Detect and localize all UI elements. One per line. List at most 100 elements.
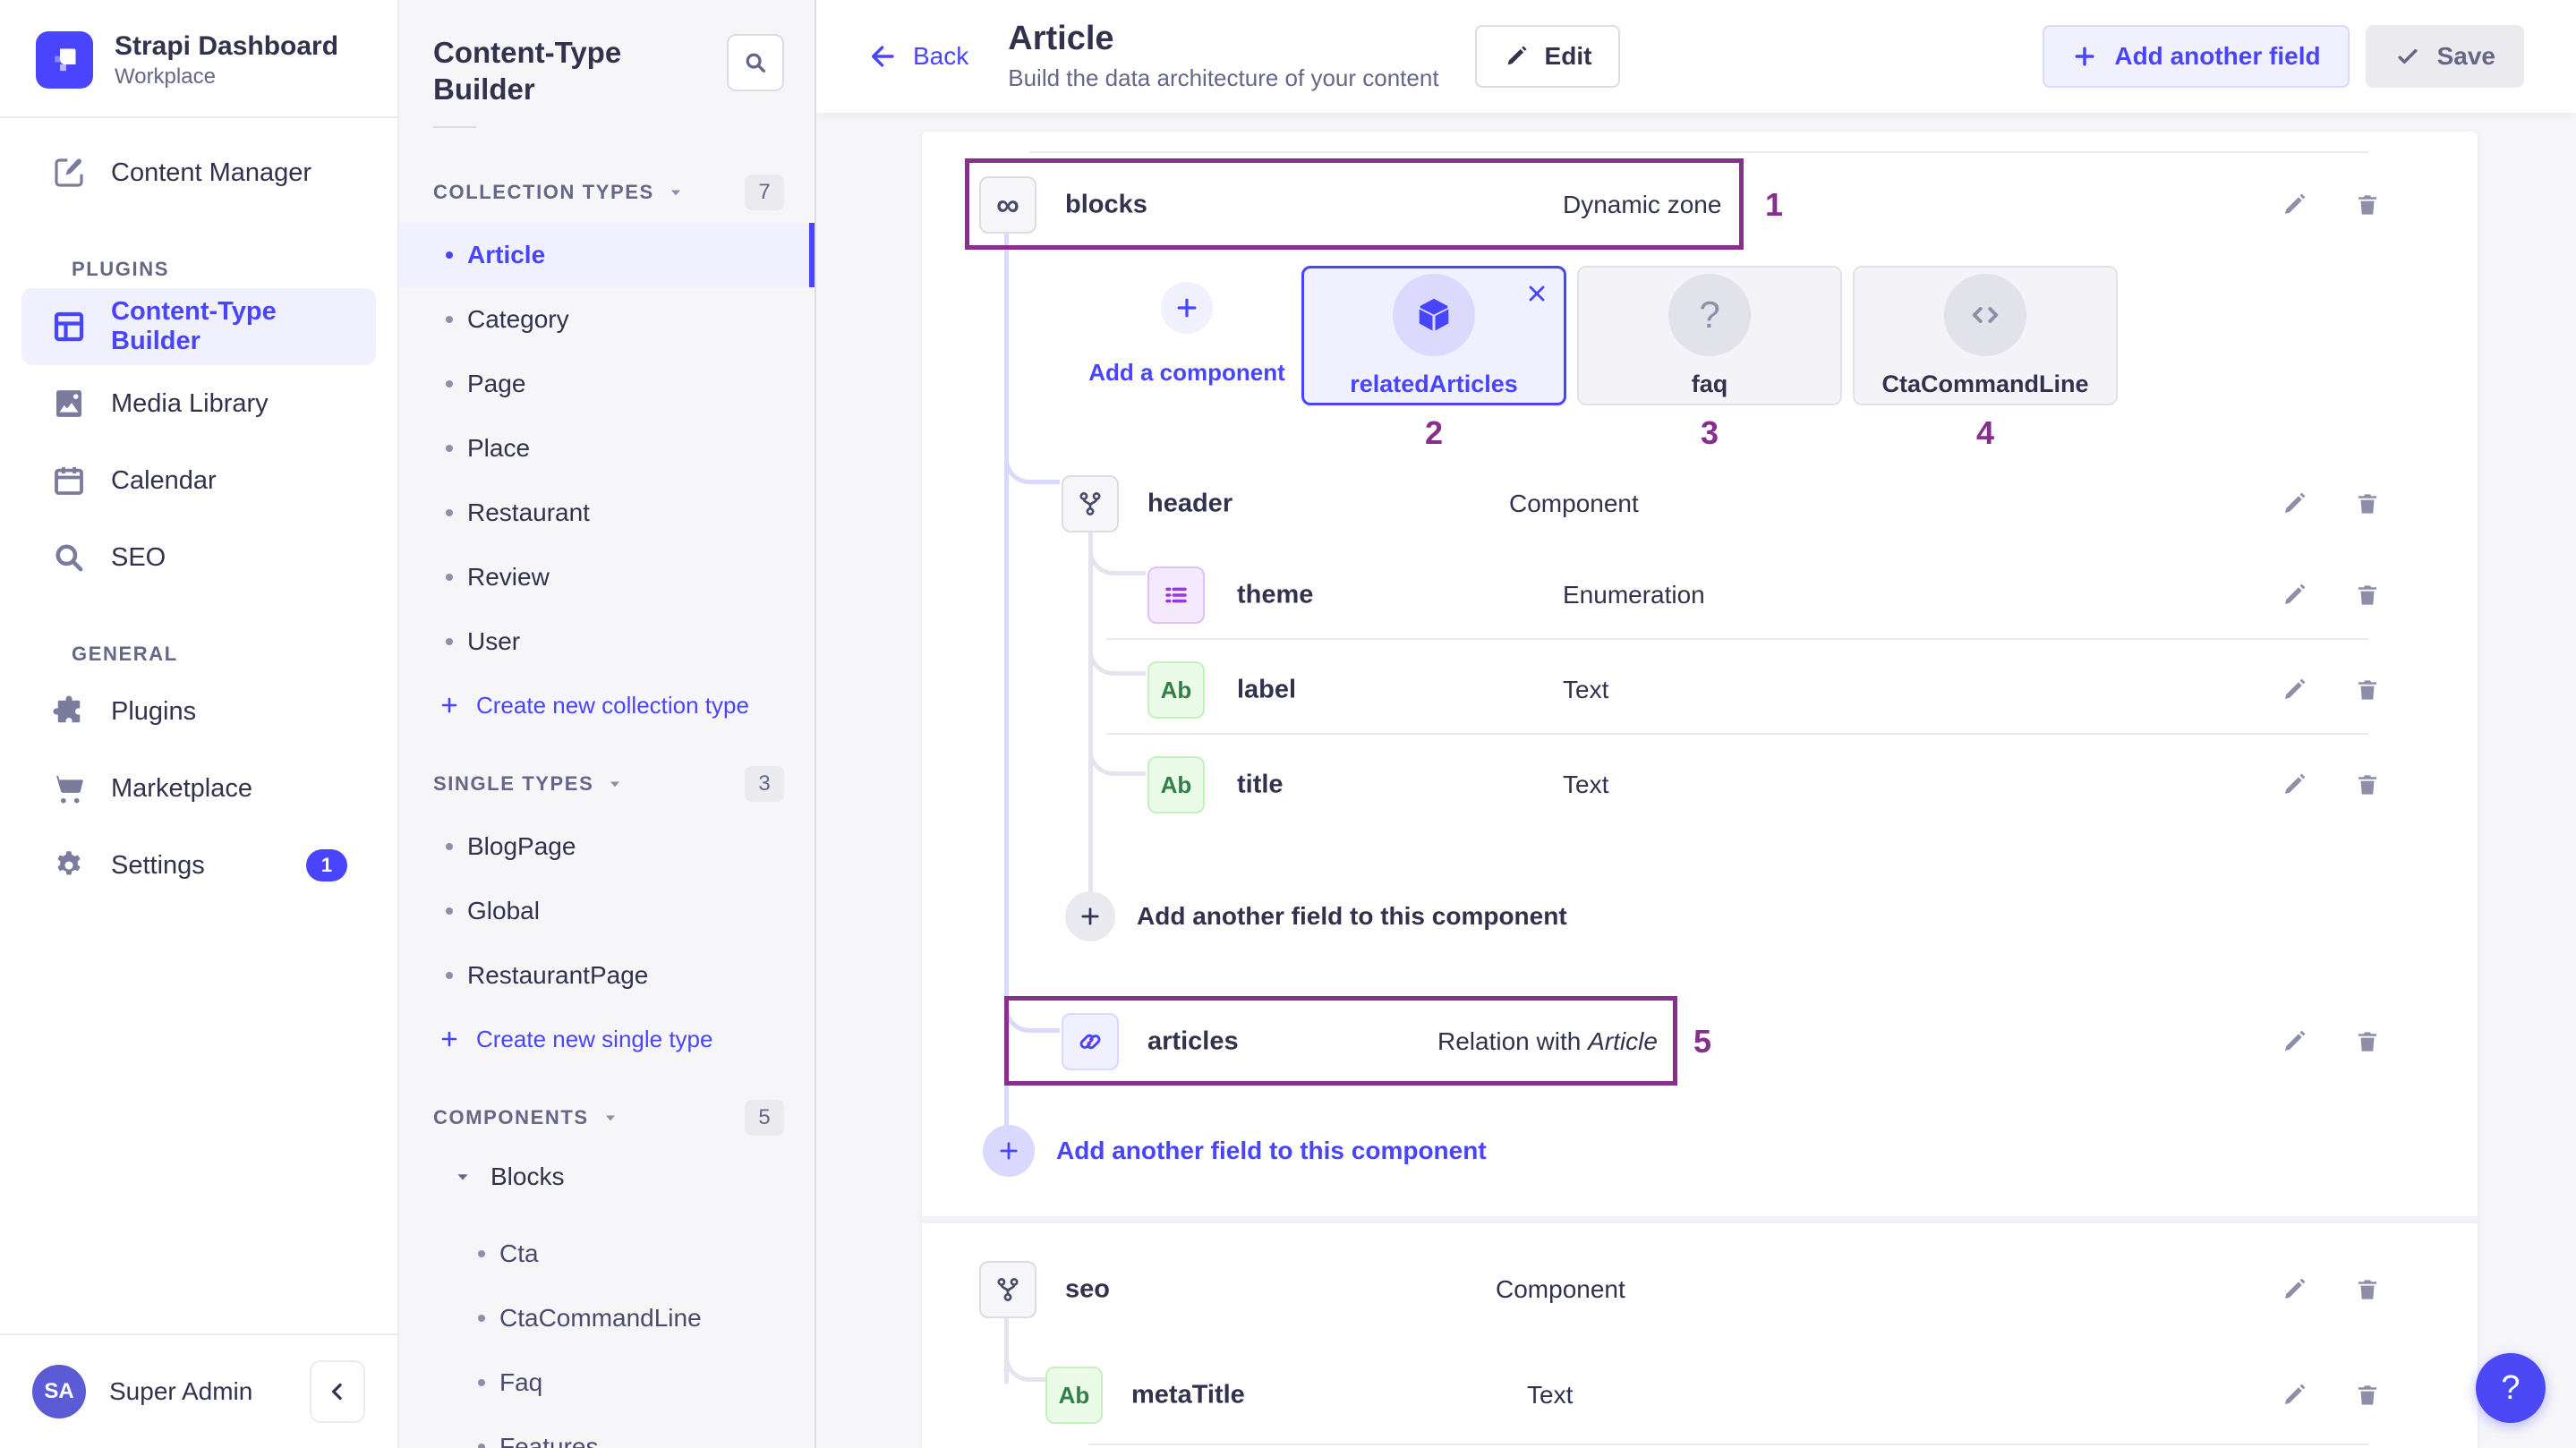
add-another-field-button[interactable]: Add another field bbox=[2043, 25, 2349, 88]
plugins-section-header: PLUGINS bbox=[21, 211, 376, 288]
single-type-blogpage[interactable]: BlogPage bbox=[399, 814, 815, 879]
component-ctacommandline[interactable]: CtaCommandLine bbox=[399, 1286, 815, 1350]
content-type-builder-subnav: Content-Type Builder COLLECTION TYPES 7 … bbox=[399, 0, 816, 1448]
sidebar-item-settings[interactable]: Settings 1 bbox=[21, 827, 376, 904]
calendar-icon bbox=[50, 462, 88, 499]
main-content: Back Article Build the data architecture… bbox=[816, 0, 2576, 1448]
add-field-to-header-component-button[interactable]: Add another field to this component bbox=[972, 890, 2427, 942]
collection-type-article[interactable]: Article bbox=[399, 223, 815, 287]
dynamic-zone-icon: ∞ bbox=[979, 176, 1036, 234]
delete-field-button[interactable] bbox=[2354, 582, 2381, 609]
delete-field-button[interactable] bbox=[2354, 192, 2381, 218]
chevron-left-icon bbox=[324, 1378, 351, 1405]
collection-type-restaurant[interactable]: Restaurant bbox=[399, 481, 815, 545]
delete-field-button[interactable] bbox=[2354, 771, 2381, 798]
component-cta[interactable]: Cta bbox=[399, 1222, 815, 1286]
collection-type-page[interactable]: Page bbox=[399, 352, 815, 416]
settings-notification-badge: 1 bbox=[306, 849, 347, 882]
bullet bbox=[446, 843, 453, 850]
search-icon bbox=[742, 49, 769, 76]
relation-icon bbox=[1062, 1013, 1119, 1070]
plus-icon bbox=[439, 1028, 460, 1050]
plus-icon bbox=[439, 694, 460, 716]
user-name: Super Admin bbox=[109, 1377, 252, 1406]
bullet bbox=[478, 1444, 485, 1448]
edit-field-button[interactable] bbox=[2281, 490, 2307, 517]
sidebar-item-content-type-builder[interactable]: Content-Type Builder bbox=[21, 288, 376, 365]
help-button[interactable]: ? bbox=[2476, 1353, 2546, 1423]
enumeration-icon bbox=[1147, 566, 1205, 624]
bullet bbox=[446, 445, 453, 452]
page-header: Back Article Build the data architecture… bbox=[816, 0, 2576, 113]
save-button[interactable]: Save bbox=[2366, 25, 2524, 88]
sidebar-item-seo[interactable]: SEO bbox=[21, 519, 376, 596]
close-icon[interactable] bbox=[1524, 281, 1549, 306]
field-row-metatitle[interactable]: Ab metaTitle Text bbox=[972, 1352, 2427, 1438]
field-row-theme[interactable]: theme Enumeration bbox=[972, 552, 2427, 638]
layout-grid-icon bbox=[50, 308, 88, 345]
delete-field-button[interactable] bbox=[2354, 1382, 2381, 1409]
add-field-to-component-button[interactable]: Add another field to this component bbox=[972, 1125, 2427, 1177]
single-type-restaurantpage[interactable]: RestaurantPage bbox=[399, 943, 815, 1008]
single-type-global[interactable]: Global bbox=[399, 879, 815, 943]
sidebar-item-media-library[interactable]: Media Library bbox=[21, 365, 376, 442]
field-row-title[interactable]: Ab title Text bbox=[972, 742, 2427, 828]
sidebar-item-label: Media Library bbox=[111, 389, 269, 419]
cart-icon bbox=[50, 770, 88, 807]
divider bbox=[1106, 638, 2368, 640]
component-card-ctacommandline[interactable]: CtaCommandLine bbox=[1853, 266, 2118, 405]
collection-type-review[interactable]: Review bbox=[399, 545, 815, 609]
sidebar-item-label: Calendar bbox=[111, 466, 217, 496]
delete-field-button[interactable] bbox=[2354, 1276, 2381, 1303]
delete-field-button[interactable] bbox=[2354, 490, 2381, 517]
bullet bbox=[446, 638, 453, 645]
edit-field-button[interactable] bbox=[2281, 192, 2307, 218]
edit-field-button[interactable] bbox=[2281, 582, 2307, 609]
search-button[interactable] bbox=[727, 34, 784, 91]
collection-type-user[interactable]: User bbox=[399, 609, 815, 674]
general-section-header: GENERAL bbox=[21, 596, 376, 673]
avatar[interactable]: SA bbox=[32, 1365, 86, 1418]
single-types-header[interactable]: SINGLE TYPES 3 bbox=[399, 766, 815, 802]
add-component-button[interactable]: Add a component bbox=[1083, 266, 1291, 387]
collection-type-place[interactable]: Place bbox=[399, 416, 815, 481]
sidebar-item-marketplace[interactable]: Marketplace bbox=[21, 750, 376, 827]
collection-type-category[interactable]: Category bbox=[399, 287, 815, 352]
components-header[interactable]: COMPONENTS 5 bbox=[399, 1100, 815, 1136]
field-row-label[interactable]: Ab label Text bbox=[972, 647, 2427, 733]
edit-field-button[interactable] bbox=[2281, 1028, 2307, 1055]
text-field-icon: Ab bbox=[1147, 756, 1205, 813]
code-icon bbox=[1944, 274, 2026, 356]
field-row-articles[interactable]: 5 articles Relation with Article bbox=[972, 1001, 2427, 1082]
chevron-down-icon bbox=[606, 775, 624, 793]
create-new-single-type-link[interactable]: Create new single type bbox=[399, 1008, 815, 1053]
plus-icon bbox=[1161, 282, 1213, 334]
edit-field-button[interactable] bbox=[2281, 771, 2307, 798]
brand: Strapi Dashboard Workplace bbox=[0, 0, 397, 116]
create-new-collection-type-link[interactable]: Create new collection type bbox=[399, 674, 815, 720]
component-features[interactable]: Features bbox=[399, 1415, 815, 1448]
edit-button[interactable]: Edit bbox=[1475, 25, 1621, 88]
plus-icon bbox=[1065, 891, 1115, 941]
field-row-header[interactable]: header Component bbox=[972, 470, 2427, 538]
field-row-blocks[interactable]: 1 ∞ blocks Dynamic zone bbox=[972, 167, 2427, 243]
collapse-sidebar-button[interactable] bbox=[310, 1360, 365, 1423]
edit-field-button[interactable] bbox=[2281, 1276, 2307, 1303]
delete-field-button[interactable] bbox=[2354, 1028, 2381, 1055]
sidebar-item-calendar[interactable]: Calendar bbox=[21, 442, 376, 519]
back-link[interactable]: Back bbox=[868, 41, 968, 72]
divider bbox=[1106, 733, 2368, 735]
edit-field-button[interactable] bbox=[2281, 1382, 2307, 1409]
component-card-relatedarticles[interactable]: relatedArticles bbox=[1301, 266, 1566, 405]
components-category-blocks[interactable]: Blocks bbox=[399, 1145, 815, 1209]
component-faq[interactable]: Faq bbox=[399, 1350, 815, 1415]
chevron-down-icon bbox=[667, 183, 685, 201]
sidebar-item-plugins[interactable]: Plugins bbox=[21, 673, 376, 750]
delete-field-button[interactable] bbox=[2354, 677, 2381, 703]
sidebar-item-content-manager[interactable]: Content Manager bbox=[21, 134, 376, 211]
collection-types-header[interactable]: COLLECTION TYPES 7 bbox=[399, 175, 815, 210]
component-icon bbox=[1062, 475, 1119, 532]
component-card-faq[interactable]: ? faq bbox=[1577, 266, 1842, 405]
edit-field-button[interactable] bbox=[2281, 677, 2307, 703]
field-row-seo[interactable]: seo Component bbox=[972, 1254, 2427, 1325]
